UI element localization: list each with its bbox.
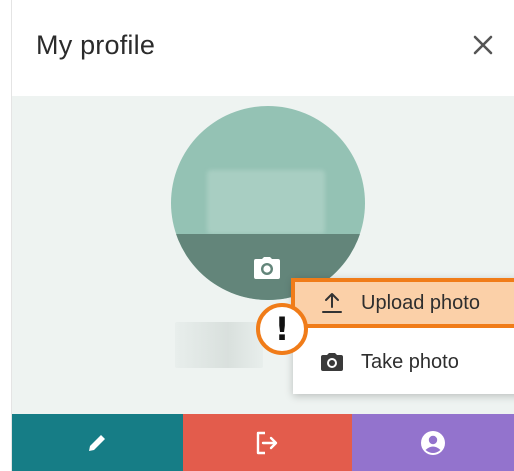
profile-panel: My profile Upload photo Take photo !: [11, 0, 514, 471]
page-title: My profile: [36, 30, 156, 60]
account-icon: [421, 430, 446, 455]
close-button[interactable]: [472, 34, 494, 56]
upload-photo-menu-item[interactable]: Upload photo: [291, 278, 514, 328]
avatar-image: [207, 170, 325, 234]
camera-icon: [321, 353, 343, 371]
avatar: [171, 106, 365, 300]
upload-icon: [322, 293, 342, 313]
take-photo-menu-item[interactable]: Take photo: [293, 336, 514, 388]
panel-header: My profile: [12, 0, 514, 96]
pencil-icon: [89, 434, 106, 451]
photo-menu: Upload photo Take photo: [291, 278, 514, 394]
account-button[interactable]: [352, 414, 514, 471]
avatar-camera-button[interactable]: [253, 256, 281, 280]
profile-name-placeholder: [175, 322, 263, 368]
logout-icon: [257, 431, 278, 454]
logout-button[interactable]: [182, 414, 353, 471]
exclamation-badge: !: [256, 303, 308, 355]
camera-icon: [254, 257, 280, 279]
take-photo-label: Take photo: [361, 350, 459, 373]
action-bar: [12, 414, 514, 471]
edit-profile-button[interactable]: [12, 414, 183, 471]
close-icon: [473, 35, 493, 55]
upload-photo-label: Upload photo: [361, 291, 480, 314]
